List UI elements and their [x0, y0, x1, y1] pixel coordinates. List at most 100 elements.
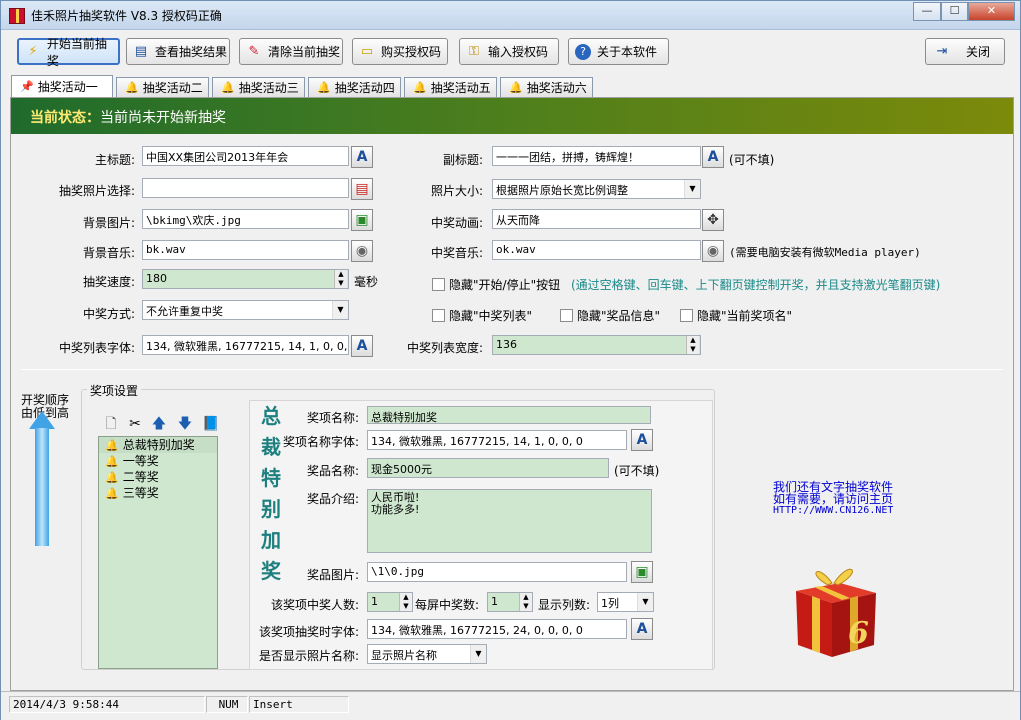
spin-arrows-icon[interactable]: ▲ ▼ — [686, 336, 699, 354]
start-draw-button[interactable]: ⚡ 开始当前抽奖 — [17, 37, 120, 68]
clear-draw-button[interactable]: ✎ 清除当前抽奖 — [239, 38, 343, 65]
folder-icon: ▭ — [360, 43, 374, 59]
hide-current-prize-checkbox[interactable] — [680, 309, 693, 322]
window-close-button[interactable]: ✕ — [968, 2, 1015, 21]
view-results-button[interactable]: ▤ 查看抽奖结果 — [126, 38, 230, 65]
bell-icon: 🔔 — [317, 81, 331, 94]
prize-settings-label: 奖项设置 — [87, 382, 142, 399]
prize-name-label: 奖项名称: — [306, 411, 359, 425]
chevron-down-icon[interactable]: ▼ — [332, 301, 348, 319]
tab-activity-5[interactable]: 🔔 抽奖活动五 — [404, 77, 497, 97]
document-icon: ▤ — [134, 43, 148, 59]
tab-activity-3[interactable]: 🔔 抽奖活动三 — [212, 77, 305, 97]
up-arrow-icon — [29, 411, 55, 429]
bg-image-input[interactable]: \bkimg\欢庆.jpg — [142, 209, 349, 229]
font-a-icon[interactable]: A — [351, 146, 373, 168]
sub-title-input[interactable]: 一一一团结，拼搏，铸辉煌！ — [492, 146, 701, 166]
font-a-icon[interactable]: A — [702, 146, 724, 168]
speaker-icon[interactable]: ◉ — [702, 240, 724, 262]
toolbar: ⚡ 开始当前抽奖 ▤ 查看抽奖结果 ✎ 清除当前抽奖 ▭ 购买授权码 ⚿ 输入授权码 ? 关… — [1, 31, 1020, 71]
help-icon: ? — [575, 43, 591, 60]
spin-arrows-icon[interactable]: ▲ ▼ — [399, 593, 412, 611]
prize-image-label: 奖品图片: — [306, 568, 359, 582]
tab-activity-4[interactable]: 🔔 抽奖活动四 — [308, 77, 401, 97]
per-screen-label: 每屏中奖数: — [415, 598, 480, 612]
winners-label: 该奖项中奖人数: — [270, 598, 359, 612]
arrow-up-icon[interactable]: 🡅 — [150, 415, 168, 433]
speed-input[interactable]: 180 — [142, 269, 349, 289]
main-title-label: 主标题: — [94, 153, 135, 167]
bell-icon: 🔔 — [105, 455, 119, 468]
list-width-input[interactable]: 136 — [492, 335, 701, 355]
win-anim-input[interactable]: 从天而降 — [492, 209, 701, 229]
hide-win-list-checkbox[interactable] — [432, 309, 445, 322]
buy-code-button[interactable]: ▭ 购买授权码 — [352, 38, 448, 65]
list-item[interactable]: 🔔 三等奖 — [99, 485, 217, 501]
main-title-input[interactable]: 中国XX集团公司2013年年会 — [142, 146, 349, 166]
status-bar: 2014/4/3 9:58:44 NUM Insert — [1, 691, 1020, 720]
show-name-select[interactable]: 显示照片名称 — [367, 644, 487, 664]
sub-title-label: 副标题: — [442, 153, 483, 167]
promo-url[interactable]: HTTP://WWW.CN126.NET — [773, 505, 893, 517]
photo-size-select[interactable]: 根据照片原始长宽比例调整 — [492, 179, 701, 199]
hide-prize-info-checkbox[interactable] — [560, 309, 573, 322]
bg-music-label: 背景音乐: — [82, 246, 135, 260]
enter-code-button[interactable]: ⚿ 输入授权码 — [459, 38, 559, 65]
chevron-down-icon[interactable]: ▼ — [637, 593, 653, 611]
hide-start-stop-checkbox[interactable] — [432, 278, 445, 291]
arrow-down-icon[interactable]: 🡇 — [176, 415, 194, 433]
photo-select-label: 抽奖照片选择: — [58, 184, 135, 198]
svg-text:6: 6 — [848, 616, 869, 651]
spin-arrows-icon[interactable]: ▲ ▼ — [519, 593, 532, 611]
minimize-button[interactable]: — — [913, 2, 941, 21]
image-picker-icon[interactable]: ▣ — [351, 209, 373, 231]
draw-font-input[interactable]: 134, 微软雅黑, 16777215, 24, 0, 0, 0, 0 — [367, 619, 627, 639]
scissors-icon[interactable]: ✂ — [126, 415, 144, 433]
chevron-down-icon[interactable]: ▼ — [684, 180, 700, 198]
maximize-button[interactable]: ☐ — [941, 2, 968, 21]
draw-font-label: 该奖项抽奖时字体: — [258, 625, 359, 639]
list-item[interactable]: 🔔 一等奖 — [99, 453, 217, 469]
tab-activity-2[interactable]: 🔔 抽奖活动二 — [116, 77, 209, 97]
prize-image-input[interactable]: \1\0.jpg — [367, 562, 627, 582]
tab-activity-6[interactable]: 🔔 抽奖活动六 — [500, 77, 593, 97]
list-font-input[interactable]: 134, 微软雅黑, 16777215, 14, 1, 0, 0, 0 — [142, 335, 349, 355]
spin-arrows-icon[interactable]: ▲ ▼ — [334, 270, 347, 288]
bell-icon: 🔔 — [125, 81, 139, 94]
list-item[interactable]: 🔔 二等奖 — [99, 469, 217, 485]
eraser-icon: ✎ — [248, 43, 260, 59]
font-a-icon[interactable]: A — [631, 618, 653, 640]
win-mode-select[interactable]: 不允许重复中奖 — [142, 300, 349, 320]
status-datetime: 2014/4/3 9:58:44 — [9, 696, 205, 713]
chevron-down-icon[interactable]: ▼ — [470, 645, 486, 663]
close-button[interactable]: ⇥ 关闭 — [925, 38, 1005, 65]
prize-intro-textarea[interactable]: 人民币啦! 功能多多! — [367, 489, 652, 553]
font-a-icon[interactable]: A — [351, 335, 373, 357]
hide-win-list-label: 隐藏"中奖列表" — [449, 309, 533, 323]
bell-icon: 🔔 — [221, 81, 235, 94]
new-file-icon[interactable]: 🗋 — [102, 415, 120, 433]
folder-browse-icon[interactable]: ▤ — [351, 178, 373, 200]
tab-activity-1[interactable]: 📌 抽奖活动一 — [11, 75, 113, 97]
win-music-input[interactable]: ok.wav — [492, 240, 701, 260]
list-item[interactable]: 🔔 总裁特别加奖 — [99, 437, 217, 453]
prize-item-note: (可不填) — [614, 464, 660, 478]
prize-item-input[interactable]: 现金5000元 — [367, 458, 609, 478]
font-a-icon[interactable]: A — [631, 429, 653, 451]
columns-label: 显示列数: — [538, 598, 591, 612]
speaker-icon[interactable]: ◉ — [351, 240, 373, 262]
bg-music-input[interactable]: bk.wav — [142, 240, 349, 260]
gear-icon[interactable]: ✥ — [702, 209, 724, 231]
about-button[interactable]: ? 关于本软件 — [568, 38, 669, 65]
bell-icon: 🔔 — [105, 487, 119, 500]
promo-text[interactable]: 我们还有文字抽奖软件 如有需要，请访问主页 HTTP://WWW.CN126.N… — [773, 481, 893, 517]
title-bar: 佳禾照片抽奖软件 V8.3 授权码正确 — ☐ ✕ — [1, 1, 1020, 30]
image-picker-icon[interactable]: ▣ — [631, 561, 653, 583]
photo-select-input[interactable] — [142, 178, 349, 198]
book-icon[interactable]: 📘 — [202, 415, 220, 433]
hide-prize-info-label: 隐藏"奖品信息" — [577, 309, 661, 323]
hide-start-stop-note: (通过空格键、回车键、上下翻页键控制开奖，并且支持激光笔翻页键) — [571, 278, 941, 292]
prize-name-font-input[interactable]: 134, 微软雅黑, 16777215, 14, 1, 0, 0, 0 — [367, 430, 627, 450]
bell-icon: 🔔 — [105, 471, 119, 484]
prize-name-input[interactable]: 总裁特别加奖 — [367, 406, 651, 424]
